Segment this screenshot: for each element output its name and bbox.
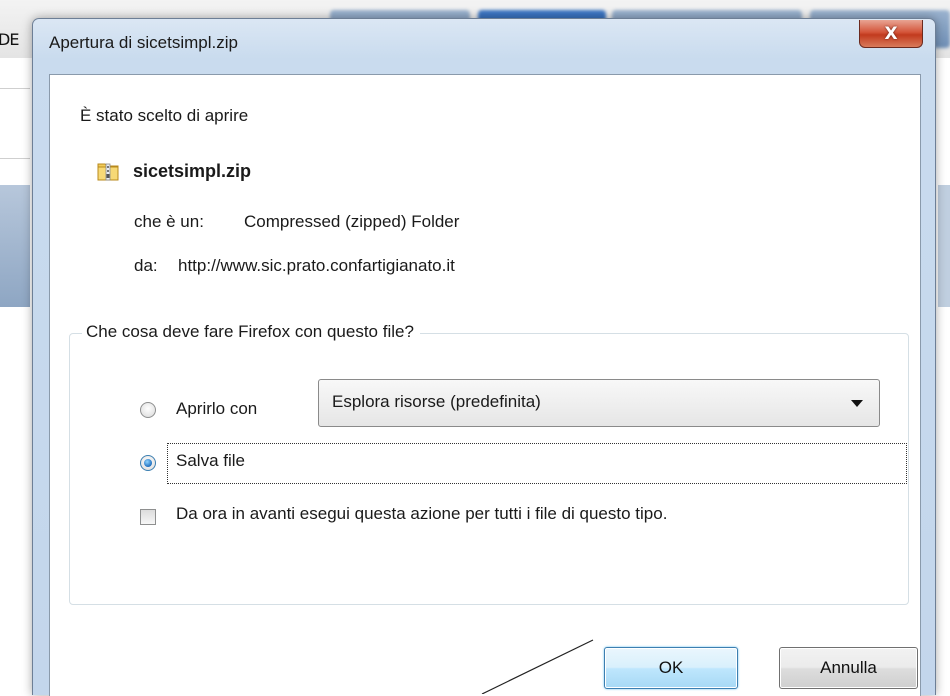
annotation-arrow-line — [481, 639, 594, 694]
